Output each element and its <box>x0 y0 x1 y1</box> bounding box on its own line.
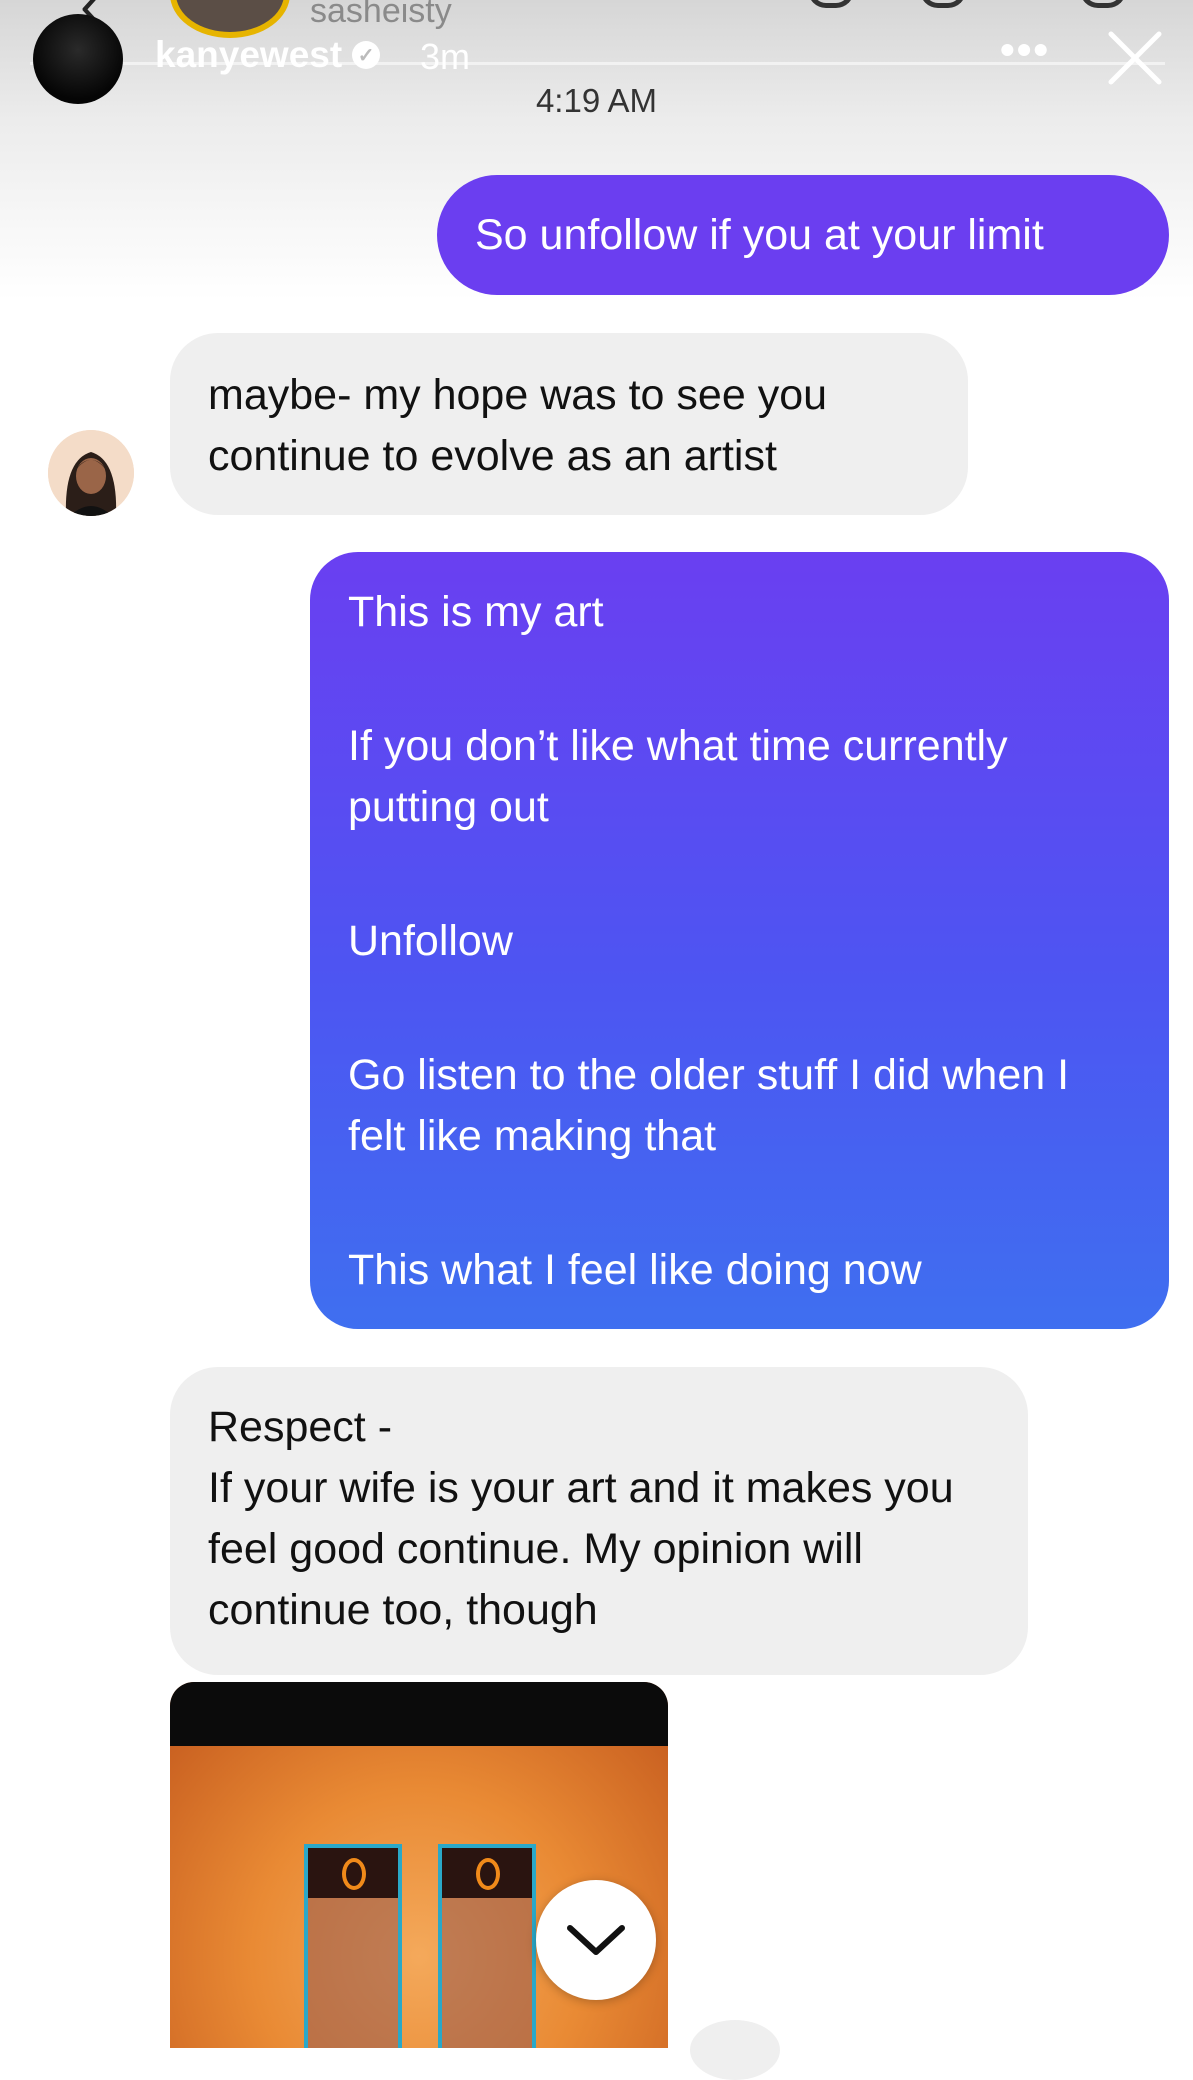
message-line: Respect - <box>208 1403 393 1451</box>
display-case-image <box>438 1844 536 2048</box>
outgoing-message[interactable]: So unfollow if you at your limit <box>437 175 1169 295</box>
incoming-message[interactable]: Respect - If your wife is your art and i… <box>170 1367 1028 1675</box>
verified-badge-icon: ✓ <box>352 41 381 69</box>
reaction-button[interactable] <box>690 2020 780 2080</box>
contact-avatar-illustration <box>48 430 134 516</box>
story-age: 3m <box>420 36 471 77</box>
message-line: If your wife is your art and it makes yo… <box>208 1464 954 1634</box>
more-horizontal-icon[interactable]: ••• <box>1000 26 1050 74</box>
shared-image-header <box>170 1682 668 1746</box>
outgoing-message[interactable]: This is my art If you don’t like what ti… <box>310 552 1169 1329</box>
incoming-message[interactable]: maybe- my hope was to see you continue t… <box>170 333 968 515</box>
close-icon[interactable] <box>1105 28 1165 88</box>
message-paragraph: This what I feel like doing now <box>348 1246 922 1294</box>
display-case-image <box>304 1844 402 2048</box>
message-paragraph: If you don’t like what time currently pu… <box>348 722 1008 831</box>
message-paragraph: This is my art <box>348 588 604 636</box>
message-text: So unfollow if you at your limit <box>475 211 1044 259</box>
previous-story-username[interactable]: sasheisty <box>310 0 452 31</box>
story-user[interactable]: kanyewest ✓ <box>155 34 381 76</box>
story-username[interactable]: kanyewest <box>155 34 342 76</box>
chevron-down-icon <box>567 1925 625 1955</box>
message-paragraph: Unfollow <box>348 917 513 965</box>
message-paragraph: Go listen to the older stuff I did when … <box>348 1051 1070 1160</box>
scroll-down-button[interactable] <box>536 1880 656 2000</box>
message-timestamp: 4:19 AM <box>535 82 658 119</box>
contact-avatar[interactable] <box>48 430 134 516</box>
message-text: maybe- my hope was to see you continue t… <box>208 371 828 480</box>
